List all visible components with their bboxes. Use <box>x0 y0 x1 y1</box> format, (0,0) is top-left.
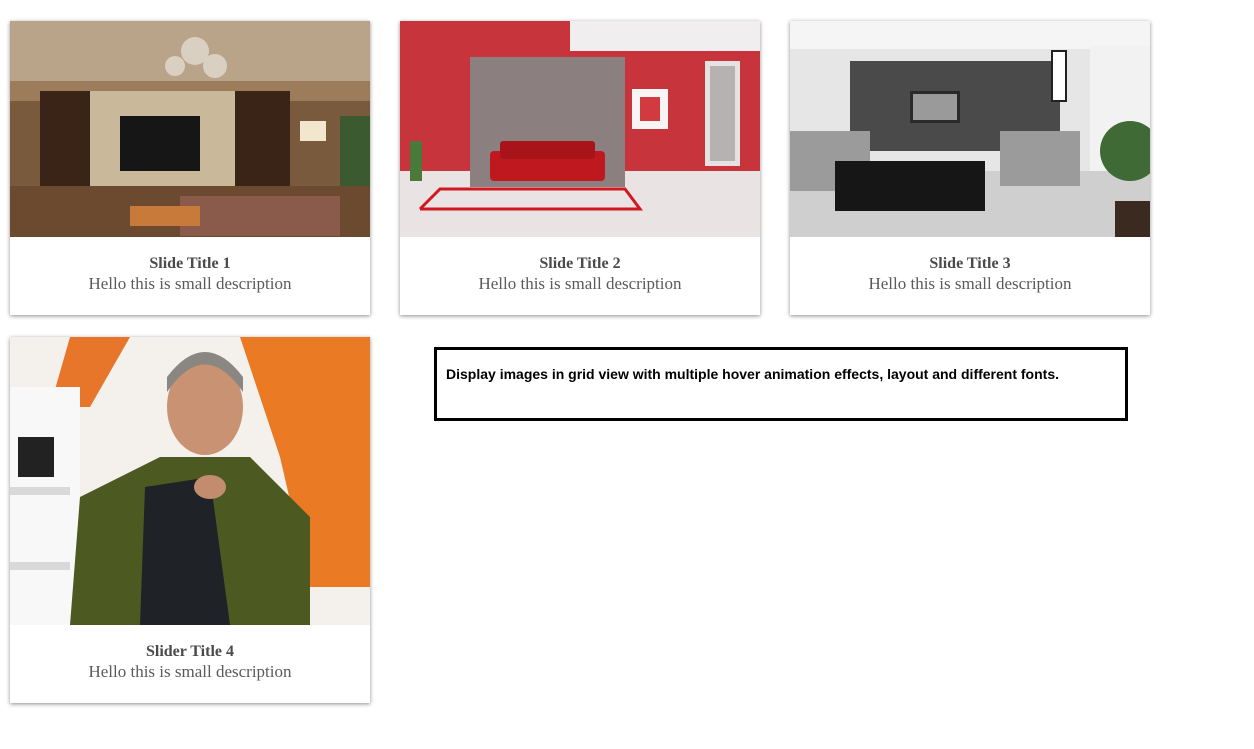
card-caption: Slide Title 2 Hello this is small descri… <box>400 237 760 315</box>
card-description: Hello this is small description <box>868 274 1072 293</box>
card-title: Slider Title 4 <box>145 643 234 660</box>
man-portrait-photo <box>10 337 370 625</box>
living-room-photo <box>10 21 370 237</box>
card-description: Hello this is small description <box>88 662 292 681</box>
red-room-photo <box>400 21 760 237</box>
grey-living-room-photo <box>790 21 1150 237</box>
card-description: Hello this is small description <box>88 274 292 293</box>
gallery-card-2[interactable]: Slide Title 2 Hello this is small descri… <box>400 21 760 315</box>
card-title: Slide Title 2 <box>539 255 621 272</box>
gallery-card-1[interactable]: Slide Title 1 Hello this is small descri… <box>10 21 370 315</box>
card-title: Slide Title 1 <box>149 255 231 272</box>
card-description: Hello this is small description <box>478 274 682 293</box>
card-caption: Slide Title 3 Hello this is small descri… <box>790 237 1150 315</box>
card-title: Slide Title 3 <box>929 255 1011 272</box>
card-caption: Slider Title 4 Hello this is small descr… <box>10 625 370 703</box>
gallery-card-4[interactable]: Slider Title 4 Hello this is small descr… <box>10 337 370 703</box>
info-text: Display images in grid view with multipl… <box>446 366 1059 382</box>
info-box: Display images in grid view with multipl… <box>434 347 1128 421</box>
card-caption: Slide Title 1 Hello this is small descri… <box>10 237 370 315</box>
gallery-card-3[interactable]: Slide Title 3 Hello this is small descri… <box>790 21 1150 315</box>
